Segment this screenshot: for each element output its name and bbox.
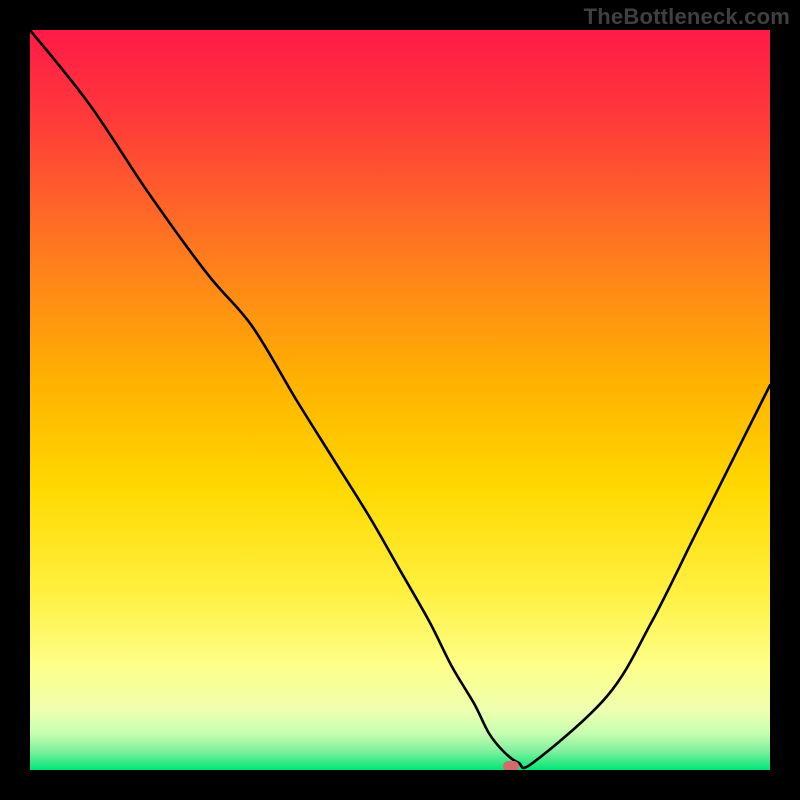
optimal-point-marker xyxy=(503,761,519,770)
plot-area xyxy=(30,30,770,770)
bottleneck-curve xyxy=(30,30,770,770)
chart-root: TheBottleneck.com xyxy=(0,0,800,800)
watermark-text: TheBottleneck.com xyxy=(584,4,790,30)
